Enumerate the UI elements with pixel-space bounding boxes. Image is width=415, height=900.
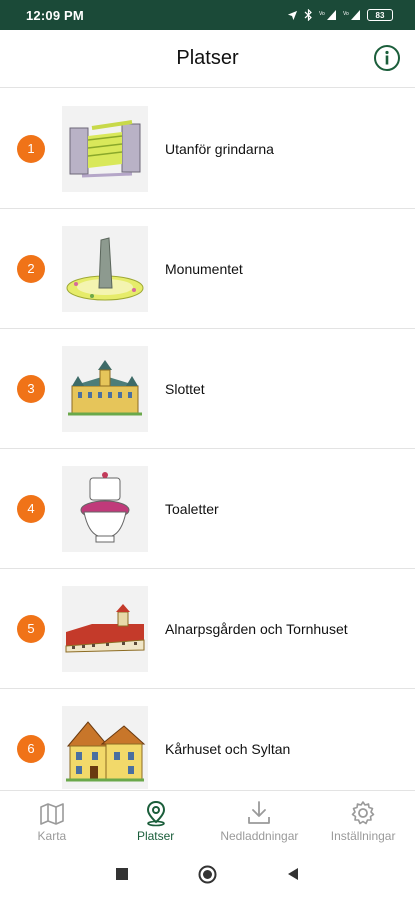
places-list: 1 Utanför grindarna 2 Monumentet 3 Slott… — [0, 89, 415, 789]
battery-indicator: 83 — [367, 9, 393, 21]
place-row-3[interactable]: 3 Slottet — [0, 329, 415, 449]
nav-item-karta[interactable]: Karta — [0, 791, 104, 850]
place-name: Slottet — [165, 380, 205, 397]
place-number-badge: 5 — [17, 614, 45, 643]
bottom-navigation: Karta Platser Nedladdningar Inställninga… — [0, 790, 415, 850]
toilet-illustration-icon — [62, 465, 148, 552]
system-navigation-bar — [0, 850, 415, 900]
location-pin-icon — [146, 800, 165, 826]
svg-text:Vo: Vo — [343, 11, 349, 17]
recents-square-icon[interactable] — [115, 867, 129, 881]
place-row-1[interactable]: 1 Utanför grindarna — [0, 89, 415, 209]
place-name: Alnarpsgården och Tornhuset — [165, 620, 348, 637]
download-icon — [248, 800, 271, 824]
app-bar: Platser — [0, 30, 415, 88]
place-name: Toaletter — [165, 500, 219, 517]
place-number-badge: 6 — [17, 734, 45, 763]
status-time: 12:09 PM — [26, 7, 84, 23]
nav-item-nedladdningar[interactable]: Nedladdningar — [208, 791, 312, 850]
signal-icon-2: Vo — [343, 10, 360, 20]
place-number-badge: 4 — [17, 494, 45, 523]
status-icons: Vo Vo 83 — [287, 9, 393, 21]
nav-item-platser[interactable]: Platser — [104, 791, 208, 850]
info-icon[interactable] — [373, 44, 401, 72]
farmhouse-illustration-icon — [62, 585, 148, 672]
place-name: Monumentet — [165, 260, 243, 277]
place-row-5[interactable]: 5 Alnarpsgården och Tornhuset — [0, 569, 415, 689]
nav-label: Inställningar — [330, 828, 396, 843]
map-icon — [40, 802, 64, 825]
page-title: Platser — [176, 47, 239, 69]
location-arrow-icon — [287, 10, 298, 20]
place-number-badge: 3 — [17, 374, 45, 403]
monument-illustration-icon — [62, 225, 148, 312]
house-illustration-icon — [62, 705, 148, 789]
nav-item-installningar[interactable]: Inställningar — [311, 791, 415, 850]
place-number-badge: 1 — [17, 134, 45, 163]
back-triangle-icon[interactable] — [286, 867, 300, 881]
nav-label: Platser — [136, 828, 175, 843]
place-name: Kårhuset och Syltan — [165, 740, 291, 757]
gate-illustration-icon — [62, 105, 148, 192]
place-number-badge: 2 — [17, 254, 45, 283]
castle-illustration-icon — [62, 345, 148, 432]
place-row-2[interactable]: 2 Monumentet — [0, 209, 415, 329]
home-circle-icon[interactable] — [198, 865, 217, 884]
gear-icon — [351, 800, 375, 824]
svg-text:Vo: Vo — [319, 11, 325, 17]
place-row-6[interactable]: 6 Kårhuset och Syltan — [0, 689, 415, 789]
nav-label: Karta — [37, 828, 67, 843]
status-bar: 12:09 PM Vo Vo 83 — [0, 0, 415, 30]
place-row-4[interactable]: 4 Toaletter — [0, 449, 415, 569]
nav-label: Nedladdningar — [220, 828, 299, 843]
place-name: Utanför grindarna — [165, 140, 274, 157]
signal-icon: Vo — [319, 10, 336, 20]
bluetooth-icon — [304, 9, 312, 21]
